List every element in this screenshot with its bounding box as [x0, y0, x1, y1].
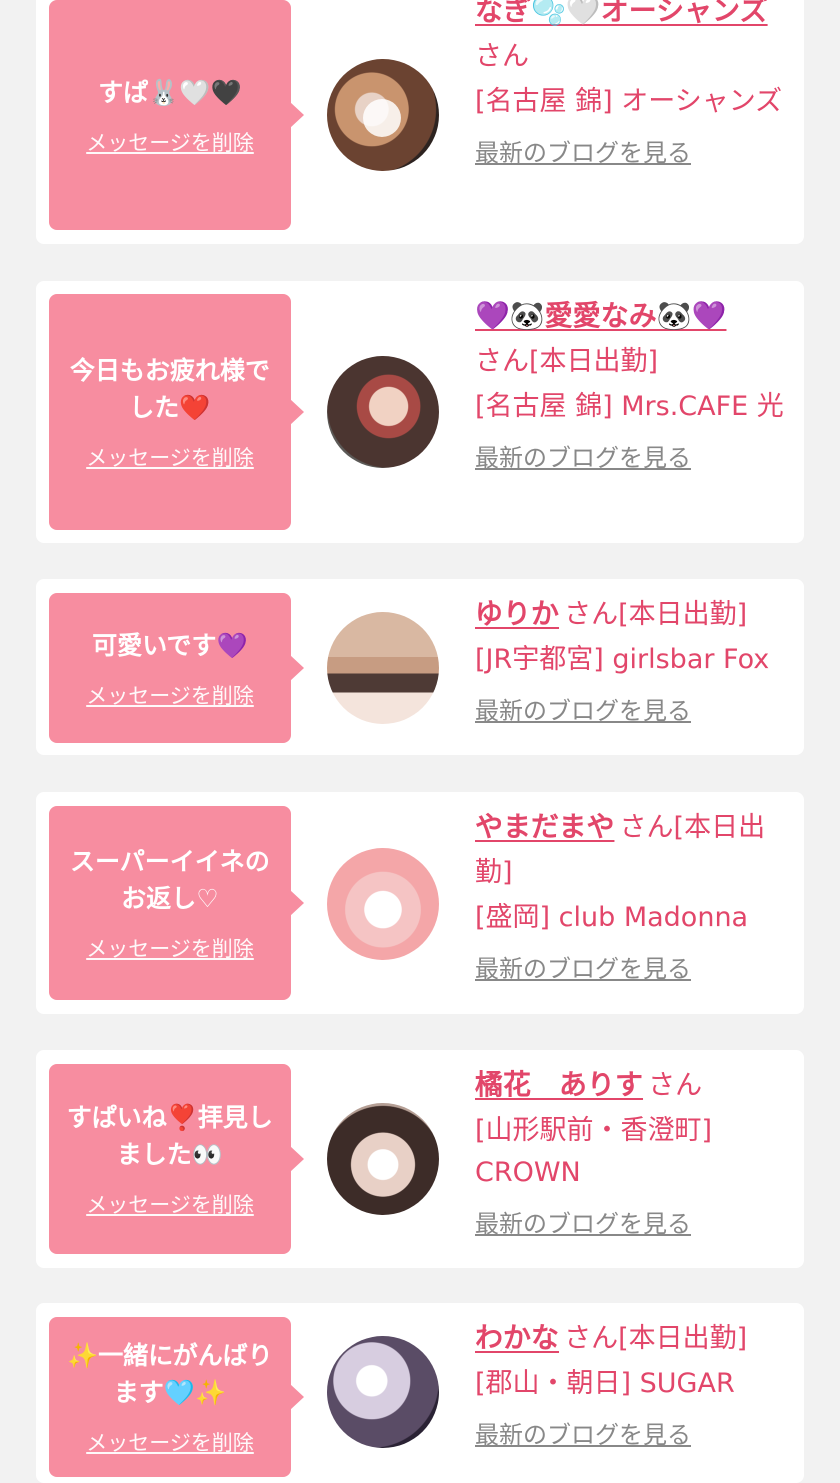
message-bubble: 可愛いです💜 メッセージを削除	[49, 593, 304, 743]
message-bubble: すぱいね❣️拝見しました👀 メッセージを削除	[49, 1064, 304, 1254]
profile-name-link[interactable]: ゆりか	[475, 597, 559, 630]
latest-blog-link[interactable]: 最新のブログを見る	[475, 1415, 691, 1450]
message-card: スーパーイイネのお返し♡ メッセージを削除 やまだまや さん[本日出勤] [盛岡…	[36, 792, 804, 1014]
shop-name: [郡山・朝日] SUGAR	[475, 1368, 735, 1399]
message-text: 今日もお疲れ様でした❤️	[69, 356, 270, 422]
latest-blog-link[interactable]: 最新のブログを見る	[475, 691, 691, 726]
message-text: すぱ🐰🤍🖤	[98, 77, 242, 107]
profile-name-link[interactable]: 橘花 ありす	[475, 1068, 643, 1101]
profile-status: さん	[475, 41, 529, 72]
profile-status: さん	[648, 1070, 703, 1101]
message-text: ✨一緒にがんばります🩵✨	[67, 1341, 273, 1407]
profile-info: わかな さん[本日出勤] [郡山・朝日] SUGAR 最新のブログを見る	[475, 1317, 785, 1450]
delete-message-link[interactable]: メッセージを削除	[86, 680, 254, 710]
latest-blog-link[interactable]: 最新のブログを見る	[475, 1204, 691, 1239]
latest-blog-link[interactable]: 最新のブログを見る	[475, 438, 691, 473]
delete-message-link[interactable]: メッセージを削除	[86, 933, 254, 963]
delete-message-link[interactable]: メッセージを削除	[86, 442, 254, 472]
message-card: ✨一緒にがんばります🩵✨ メッセージを削除 わかな さん[本日出勤] [郡山・朝…	[36, 1303, 804, 1483]
profile-info: 橘花 ありす さん [山形駅前・香澄町] CROWN 最新のブログを見る	[475, 1064, 785, 1239]
shop-name: [盛岡] club Madonna	[475, 902, 749, 933]
delete-message-link[interactable]: メッセージを削除	[86, 127, 254, 157]
message-text: すぱいね❣️拝見しました👀	[66, 1103, 274, 1169]
shop-name: [名古屋 錦] Mrs.CAFE 光	[475, 391, 784, 422]
profile-status: さん[本日出勤]	[475, 346, 659, 377]
avatar[interactable]	[327, 356, 439, 468]
shop-name: [山形駅前・香澄町] CROWN	[475, 1115, 713, 1188]
message-bubble: ✨一緒にがんばります🩵✨ メッセージを削除	[49, 1317, 304, 1477]
delete-message-link[interactable]: メッセージを削除	[86, 1189, 254, 1219]
avatar[interactable]	[327, 59, 439, 171]
delete-message-link[interactable]: メッセージを削除	[86, 1427, 254, 1457]
message-text: スーパーイイネのお返し♡	[70, 847, 270, 913]
message-card: 可愛いです💜 メッセージを削除 ゆりか さん[本日出勤] [JR宇都宮] gir…	[36, 579, 804, 755]
message-bubble: スーパーイイネのお返し♡ メッセージを削除	[49, 806, 304, 1000]
profile-status: さん[本日出勤]	[564, 1323, 748, 1354]
profile-status: さん[本日出勤]	[564, 599, 748, 630]
message-bubble: 今日もお疲れ様でした❤️ メッセージを削除	[49, 294, 304, 530]
avatar[interactable]	[327, 848, 439, 960]
shop-name: [名古屋 錦] オーシャンズ	[475, 86, 783, 117]
profile-name-link[interactable]: なぎ🫧🤍オーシャンズ	[475, 0, 768, 27]
profile-name-link[interactable]: やまだまや	[475, 810, 614, 843]
profile-info: なぎ🫧🤍オーシャンズ さん [名古屋 錦] オーシャンズ 最新のブログを見る	[475, 0, 785, 168]
message-card: すぱ🐰🤍🖤 メッセージを削除 なぎ🫧🤍オーシャンズ さん [名古屋 錦] オーシ…	[36, 0, 804, 244]
message-card: 今日もお疲れ様でした❤️ メッセージを削除 💜🐼愛愛なみ🐼💜 さん[本日出勤] …	[36, 281, 804, 543]
message-card: すぱいね❣️拝見しました👀 メッセージを削除 橘花 ありす さん [山形駅前・香…	[36, 1050, 804, 1268]
profile-name-link[interactable]: わかな	[475, 1321, 559, 1354]
blur-mask	[363, 99, 401, 137]
shop-name: [JR宇都宮] girlsbar Fox	[475, 644, 770, 675]
profile-name-link[interactable]: 💜🐼愛愛なみ🐼💜	[475, 299, 726, 332]
latest-blog-link[interactable]: 最新のブログを見る	[475, 949, 691, 984]
avatar[interactable]	[327, 612, 439, 724]
avatar[interactable]	[327, 1103, 439, 1215]
profile-info: ゆりか さん[本日出勤] [JR宇都宮] girlsbar Fox 最新のブログ…	[475, 593, 785, 726]
profile-info: やまだまや さん[本日出勤] [盛岡] club Madonna 最新のブログを…	[475, 806, 785, 984]
profile-info: 💜🐼愛愛なみ🐼💜 さん[本日出勤] [名古屋 錦] Mrs.CAFE 光 最新の…	[475, 295, 785, 473]
message-bubble: すぱ🐰🤍🖤 メッセージを削除	[49, 0, 304, 230]
message-text: 可愛いです💜	[92, 630, 248, 660]
latest-blog-link[interactable]: 最新のブログを見る	[475, 133, 691, 168]
avatar[interactable]	[327, 1336, 439, 1448]
